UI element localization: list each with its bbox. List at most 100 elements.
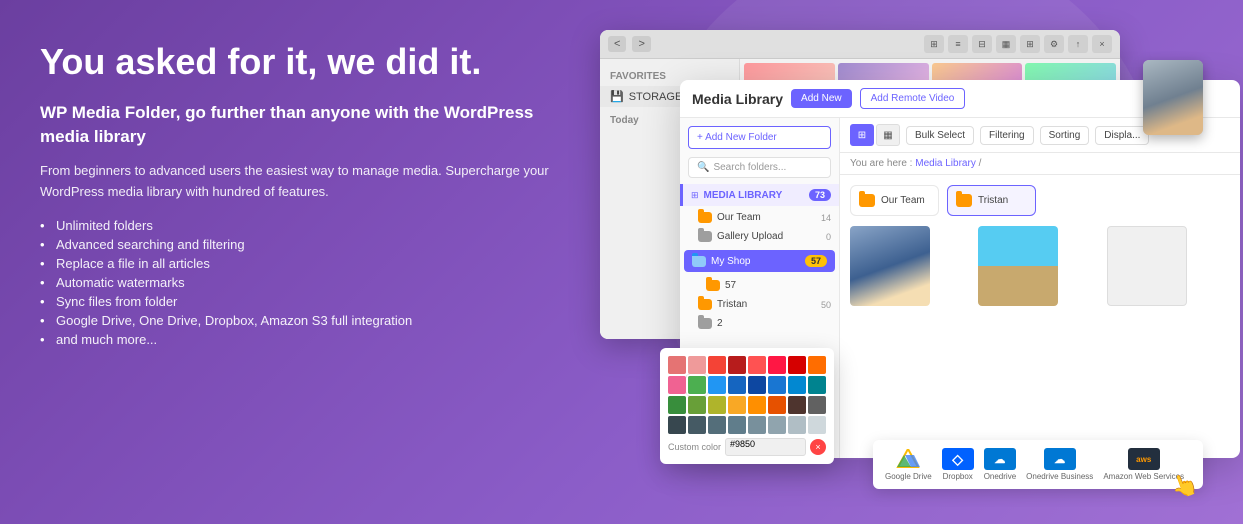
color-swatch[interactable] xyxy=(768,356,786,374)
grid-view-btn[interactable]: ⊞ xyxy=(850,124,874,146)
media-folder-tristan[interactable]: Tristan xyxy=(947,185,1036,216)
media-image-2[interactable] xyxy=(978,226,1058,306)
nav-forward-btn[interactable]: > xyxy=(632,36,650,52)
storage-icon: 💾 xyxy=(610,90,624,103)
sorting-btn[interactable]: Sorting xyxy=(1040,126,1090,145)
list-view-icon[interactable]: ≡ xyxy=(948,35,968,53)
nav-back-btn[interactable]: < xyxy=(608,36,626,52)
color-swatch[interactable] xyxy=(808,396,826,414)
onedrive-business-label: Onedrive Business xyxy=(1026,472,1093,481)
color-swatch[interactable] xyxy=(788,416,806,434)
color-swatch[interactable] xyxy=(668,376,686,394)
color-swatch[interactable] xyxy=(768,396,786,414)
add-remote-video-button[interactable]: Add Remote Video xyxy=(860,88,966,109)
dropbox-label: Dropbox xyxy=(943,472,973,481)
folder-icon-my-shop xyxy=(692,256,706,267)
sort-icon[interactable]: ⊞ xyxy=(1020,35,1040,53)
folder-icon-empty xyxy=(698,318,712,329)
color-swatch[interactable] xyxy=(788,376,806,394)
google-drive-label: Google Drive xyxy=(885,472,932,481)
service-onedrive-business[interactable]: ☁ Onedrive Business xyxy=(1026,448,1093,481)
color-swatch[interactable] xyxy=(748,396,766,414)
profile-photo xyxy=(1143,60,1203,135)
feature-item: and much more... xyxy=(40,330,560,349)
media-library-root-label: MEDIA LIBRARY xyxy=(704,190,804,201)
onedrive-business-logo: ☁ xyxy=(1044,448,1076,470)
media-library-count-badge: 73 xyxy=(809,189,831,201)
color-swatch[interactable] xyxy=(768,376,786,394)
share-icon[interactable]: ↑ xyxy=(1068,35,1088,53)
display-btn[interactable]: Displa... xyxy=(1095,126,1149,145)
service-dropbox[interactable]: ◇ Dropbox xyxy=(942,448,974,481)
color-swatch[interactable] xyxy=(688,356,706,374)
color-swatch[interactable] xyxy=(688,396,706,414)
service-google-drive[interactable]: Google Drive xyxy=(885,448,932,481)
color-swatch[interactable] xyxy=(708,356,726,374)
settings-icon[interactable]: ⚙ xyxy=(1044,35,1064,53)
color-swatch[interactable] xyxy=(748,416,766,434)
gallery-view-icon[interactable]: ▦ xyxy=(996,35,1016,53)
color-swatch[interactable] xyxy=(708,416,726,434)
folder-count-gallery-upload: 0 xyxy=(826,232,831,242)
folder-name-tristan: Tristan xyxy=(717,299,747,310)
color-swatch[interactable] xyxy=(808,376,826,394)
media-folder-our-team[interactable]: Our Team xyxy=(850,185,939,216)
ml-main-content: ⊞ ▦ Bulk Select Filtering Sorting Displa… xyxy=(840,118,1240,458)
list-view-btn[interactable]: ▦ xyxy=(876,124,900,146)
folder-item-tristan[interactable]: Tristan 50 xyxy=(680,295,839,314)
folder-item-gallery-upload[interactable]: Gallery Upload 0 xyxy=(680,227,839,246)
google-drive-logo xyxy=(892,448,924,470)
grid-view-icon[interactable]: ⊞ xyxy=(924,35,944,53)
media-folder-label-tristan: Tristan xyxy=(978,195,1008,206)
color-swatch[interactable] xyxy=(708,396,726,414)
color-swatch[interactable] xyxy=(808,416,826,434)
color-swatch[interactable] xyxy=(708,376,726,394)
onedrive-logo: ☁ xyxy=(984,448,1016,470)
custom-color-input[interactable]: #9850 xyxy=(725,438,806,456)
feature-item: Advanced searching and filtering xyxy=(40,235,560,254)
breadcrumb: You are here : Media Library / xyxy=(840,153,1240,175)
media-image-3[interactable] xyxy=(1107,226,1187,306)
color-swatch[interactable] xyxy=(808,356,826,374)
media-folder-label-our-team: Our Team xyxy=(881,195,925,206)
folder-item-our-team[interactable]: Our Team 14 xyxy=(680,208,839,227)
folder-item-my-shop-sub[interactable]: 57 xyxy=(680,276,839,295)
color-swatch[interactable] xyxy=(768,416,786,434)
close-color-picker-btn[interactable]: × xyxy=(810,439,826,455)
folder-item-my-shop[interactable]: My Shop 57 xyxy=(684,250,835,272)
color-swatch[interactable] xyxy=(728,356,746,374)
color-swatch[interactable] xyxy=(728,416,746,434)
breadcrumb-link[interactable]: Media Library xyxy=(915,158,976,169)
color-swatch[interactable] xyxy=(668,356,686,374)
color-swatch[interactable] xyxy=(788,356,806,374)
color-swatch[interactable] xyxy=(688,416,706,434)
browser-titlebar: < > ⊞ ≡ ⊟ ▦ ⊞ ⚙ ↑ × xyxy=(600,30,1120,59)
media-library-root-row[interactable]: ⊞ MEDIA LIBRARY 73 xyxy=(680,184,839,206)
service-onedrive[interactable]: ☁ Onedrive xyxy=(984,448,1016,481)
color-swatch[interactable] xyxy=(668,396,686,414)
color-swatch-grid xyxy=(668,356,826,434)
media-images-grid xyxy=(840,226,1240,316)
feature-item: Automatic watermarks xyxy=(40,273,560,292)
color-swatch[interactable] xyxy=(728,396,746,414)
folder-icon-our-team xyxy=(698,212,712,223)
search-folders-input[interactable]: 🔍 Search folders... xyxy=(688,157,831,178)
color-swatch[interactable] xyxy=(748,356,766,374)
media-image-1[interactable] xyxy=(850,226,930,306)
filtering-btn[interactable]: Filtering xyxy=(980,126,1034,145)
main-headline: You asked for it, we did it. xyxy=(40,40,560,83)
add-folder-button[interactable]: + Add New Folder xyxy=(688,126,831,149)
color-swatch[interactable] xyxy=(748,376,766,394)
bulk-select-btn[interactable]: Bulk Select xyxy=(906,126,974,145)
folder-item-empty[interactable]: 2 xyxy=(680,314,839,333)
close-icon[interactable]: × xyxy=(1092,35,1112,53)
color-swatch-selected[interactable] xyxy=(688,376,706,394)
search-placeholder: Search folders... xyxy=(713,162,786,173)
columns-view-icon[interactable]: ⊟ xyxy=(972,35,992,53)
add-new-button[interactable]: Add New xyxy=(791,89,852,108)
folder-name-sub: 57 xyxy=(725,280,736,291)
dropbox-logo: ◇ xyxy=(942,448,974,470)
color-swatch[interactable] xyxy=(668,416,686,434)
color-swatch[interactable] xyxy=(728,376,746,394)
color-swatch[interactable] xyxy=(788,396,806,414)
